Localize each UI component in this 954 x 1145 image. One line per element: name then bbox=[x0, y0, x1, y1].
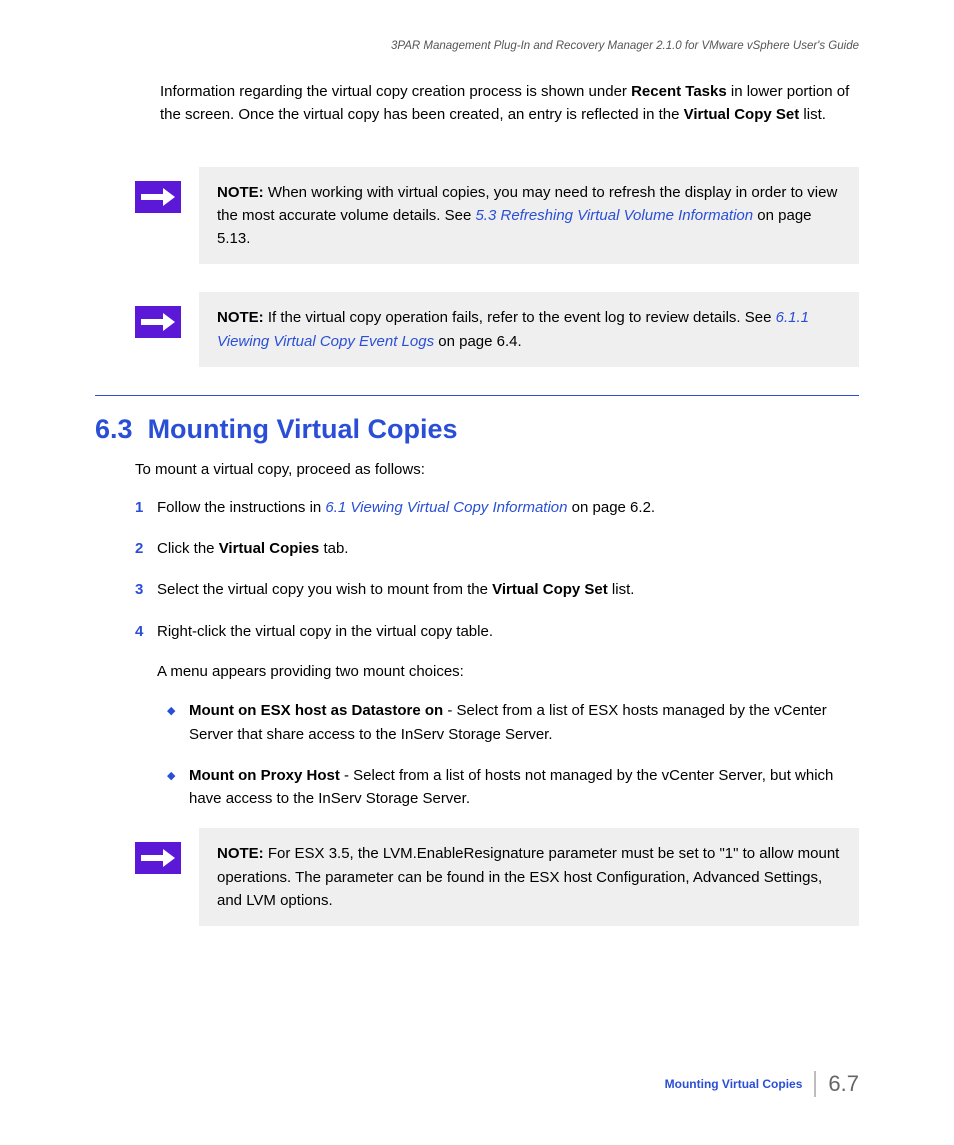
diamond-icon: ◆ bbox=[167, 699, 189, 746]
diamond-icon: ◆ bbox=[167, 764, 189, 811]
note-box-2: NOTE: If the virtual copy operation fail… bbox=[199, 292, 859, 367]
list-item: ◆ Mount on Proxy Host - Select from a li… bbox=[167, 764, 859, 811]
arrow-icon bbox=[135, 181, 181, 213]
page-number: 6.7 bbox=[828, 1071, 859, 1097]
bullet-list: ◆ Mount on ESX host as Datastore on - Se… bbox=[167, 699, 859, 810]
section-heading: 6.3 Mounting Virtual Copies bbox=[95, 414, 859, 445]
section-intro: To mount a virtual copy, proceed as foll… bbox=[135, 461, 859, 478]
step-item: 2 Click the Virtual Copies tab. bbox=[135, 537, 859, 560]
note-block-1: NOTE: When working with virtual copies, … bbox=[135, 167, 859, 265]
intro-paragraph: Information regarding the virtual copy c… bbox=[160, 80, 859, 127]
link-view-vc-info[interactable]: 6.1 Viewing Virtual Copy Information bbox=[325, 499, 567, 516]
link-refresh-info[interactable]: 5.3 Refreshing Virtual Volume Informatio… bbox=[475, 207, 753, 224]
note-block-2: NOTE: If the virtual copy operation fail… bbox=[135, 292, 859, 367]
arrow-icon bbox=[135, 306, 181, 338]
page-content: 3PAR Management Plug-In and Recovery Man… bbox=[0, 0, 954, 926]
note-block-3: NOTE: For ESX 3.5, the LVM.EnableResigna… bbox=[135, 828, 859, 926]
arrow-icon bbox=[135, 842, 181, 874]
list-item: ◆ Mount on ESX host as Datastore on - Se… bbox=[167, 699, 859, 746]
footer-section-label: Mounting Virtual Copies bbox=[665, 1077, 803, 1091]
page-footer: Mounting Virtual Copies 6.7 bbox=[665, 1071, 859, 1097]
menu-intro: A menu appears providing two mount choic… bbox=[157, 661, 859, 684]
footer-separator bbox=[814, 1071, 816, 1097]
step-item: 3 Select the virtual copy you wish to mo… bbox=[135, 578, 859, 601]
running-header: 3PAR Management Plug-In and Recovery Man… bbox=[95, 40, 859, 52]
step-list: 1 Follow the instructions in 6.1 Viewing… bbox=[135, 496, 859, 643]
step-item: 1 Follow the instructions in 6.1 Viewing… bbox=[135, 496, 859, 519]
step-item: 4 Right-click the virtual copy in the vi… bbox=[135, 620, 859, 643]
note-box-3: NOTE: For ESX 3.5, the LVM.EnableResigna… bbox=[199, 828, 859, 926]
note-box-1: NOTE: When working with virtual copies, … bbox=[199, 167, 859, 265]
section-rule bbox=[95, 395, 859, 396]
